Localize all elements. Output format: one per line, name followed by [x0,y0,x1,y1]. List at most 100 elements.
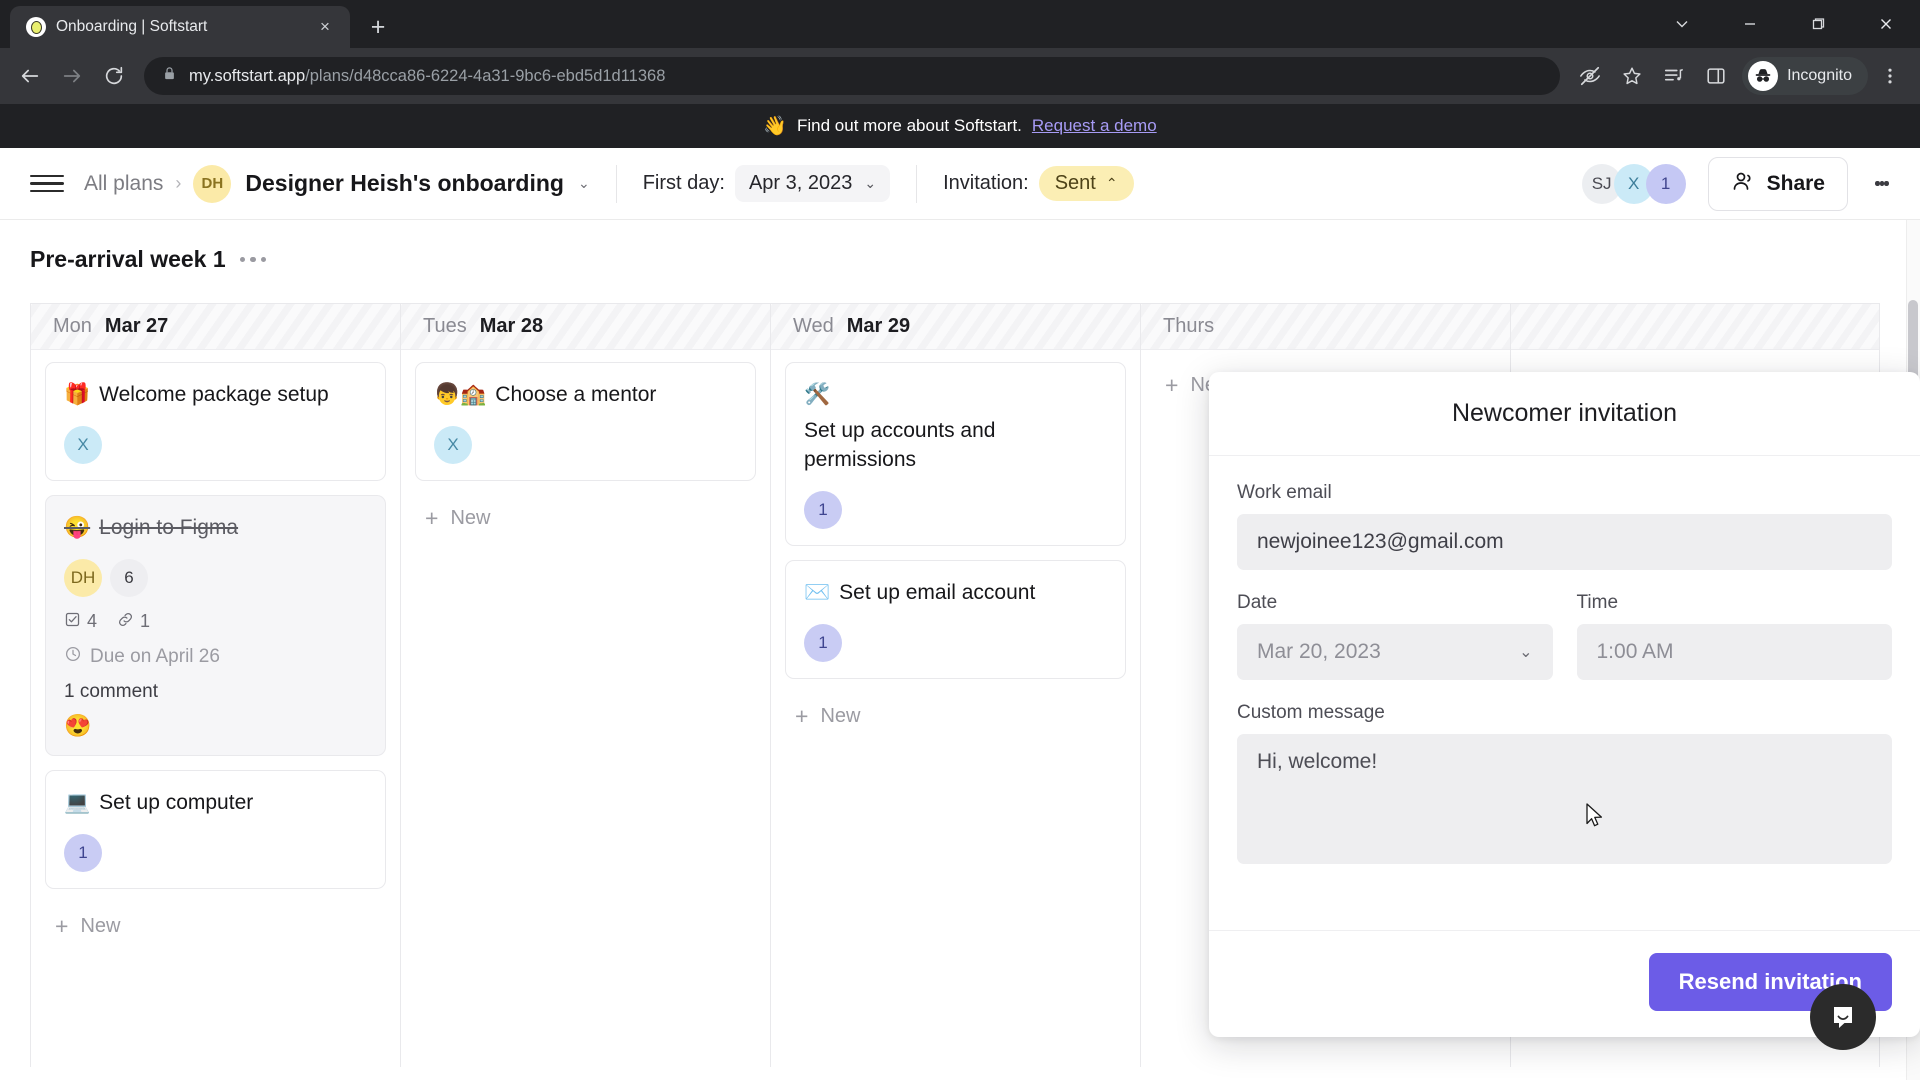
task-comment-count[interactable]: 1 comment [64,681,367,703]
star-icon[interactable] [1612,56,1652,96]
chevron-down-icon[interactable] [1648,0,1716,48]
task-card[interactable]: 🎁 Welcome package setup X [45,362,386,481]
add-task-button[interactable]: + New [785,693,1126,740]
close-icon[interactable] [1852,0,1920,48]
task-assignees: 1 [804,624,1107,663]
new-label: New [80,914,121,937]
column-day-of-week: Tues [423,315,467,337]
avatar[interactable]: DH [64,558,102,597]
boy-school-emoji-icon: 👦🏫 [434,383,487,406]
tab-strip: Onboarding | Softstart × + [0,0,1920,48]
hamburger-icon[interactable] [30,167,64,201]
column-header [1511,304,1879,350]
date-label: Date [1237,592,1278,613]
chevron-down-icon: ⌄ [1519,644,1533,661]
page-title: Designer Heish's onboarding [245,170,564,196]
invitation-status-value: Sent [1054,172,1096,194]
task-assignees: X [64,425,367,464]
playlist-icon[interactable] [1654,56,1694,96]
softstart-logo-icon [26,17,46,37]
column-body [1511,350,1879,362]
chevron-up-icon: ⌃ [1105,175,1118,191]
task-card[interactable]: 👦🏫 Choose a mentor X [415,362,756,481]
share-label: Share [1766,171,1825,195]
column-header: Tues Mar 28 [401,304,770,350]
request-demo-link[interactable]: Request a demo [1032,116,1157,136]
task-card[interactable]: 💻 Set up computer 1 [45,769,386,889]
header-actions: SJ X 1 Share [1581,156,1902,211]
reload-icon[interactable] [94,56,134,96]
maximize-icon[interactable] [1784,0,1852,48]
task-title-row: 🛠️ Set up accounts and permissions [804,381,1107,475]
eye-off-icon[interactable] [1570,56,1610,96]
app-header: All plans › DH Designer Heish's onboardi… [0,148,1920,220]
more-options-button[interactable] [1862,164,1902,204]
side-panel-icon[interactable] [1696,56,1736,96]
column-date: Mar 27 [104,315,169,337]
task-meta: 4 1 [64,611,367,633]
address-bar[interactable]: my.softstart.app/plans/d48cca86-6224-4a3… [144,57,1561,95]
heart-eyes-emoji-icon[interactable]: 😍 [64,713,367,739]
incognito-icon [1748,61,1779,91]
lock-icon [162,66,177,86]
task-title: Choose a mentor [495,383,657,406]
kebab-menu-icon[interactable] [1870,56,1910,96]
task-card[interactable]: 😜 Login to Figma DH 6 4 1 Due on April 2… [45,494,386,756]
ellipsis-icon[interactable] [239,256,267,263]
day-column-wed: Wed Mar 29 🛠️ Set up accounts and permis… [770,303,1140,1067]
column-header: Thurs [1141,304,1510,350]
plus-icon: + [1165,372,1179,398]
tools-emoji-icon: 🛠️ [804,383,831,406]
avatar[interactable]: 1 [804,491,842,530]
incognito-indicator[interactable]: Incognito [1742,57,1868,95]
gift-emoji-icon: 🎁 [64,383,91,406]
avatar[interactable]: 1 [1645,163,1686,204]
time-input[interactable]: 1:00 AM [1576,624,1892,680]
column-date: Mar 28 [479,315,544,337]
app-root: All plans › DH Designer Heish's onboardi… [0,148,1920,1080]
date-input[interactable]: Mar 20, 2023 ⌄ [1237,624,1553,680]
avatar[interactable]: 1 [64,833,102,872]
task-title-row: ✉️ Set up email account [804,579,1107,608]
tab-title: Onboarding | Softstart [56,18,208,35]
laptop-emoji-icon: 💻 [64,790,91,814]
column-body: 👦🏫 Choose a mentor X + New [401,350,770,542]
share-button[interactable]: Share [1707,156,1848,211]
custom-message-textarea[interactable]: Hi, welcome! [1237,734,1892,864]
avatar-overflow-count[interactable]: 6 [110,558,148,597]
time-label: Time [1576,592,1619,613]
browser-tab[interactable]: Onboarding | Softstart × [10,6,350,48]
add-task-button[interactable]: + New [45,903,386,950]
column-day-of-week: Wed [793,315,834,337]
task-assignees: 1 [804,491,1107,530]
add-task-button[interactable]: + New [415,495,756,542]
back-arrow-icon[interactable] [10,56,50,96]
invitation-status-badge[interactable]: Sent ⌃ [1038,166,1134,201]
work-email-input[interactable]: newjoinee123@gmail.com [1237,514,1892,570]
time-field: Time 1:00 AM [1576,592,1892,680]
avatar[interactable]: 1 [804,624,842,663]
link-count: 1 [140,611,151,632]
task-title: Welcome package setup [99,383,329,406]
avatar[interactable]: X [434,425,472,464]
task-assignees: DH 6 [64,558,367,597]
checklist-meta: 4 [64,611,97,633]
chat-bubble-icon[interactable] [1810,984,1876,1050]
due-text: Due on April 26 [90,645,220,667]
new-tab-button[interactable]: + [360,9,396,45]
task-card[interactable]: ✉️ Set up email account 1 [785,560,1126,680]
close-icon[interactable]: × [312,14,338,40]
breadcrumb-all-plans[interactable]: All plans [84,172,163,196]
avatar[interactable]: X [64,425,102,464]
modal-title: Newcomer invitation [1451,399,1678,427]
forward-arrow-icon[interactable] [52,56,92,96]
task-title: Set up accounts and permissions [804,419,996,472]
promo-banner: 👋 Find out more about Softstart. Request… [0,104,1920,148]
checklist-count: 4 [87,611,98,632]
first-day-picker[interactable]: Apr 3, 2023 ⌄ [734,165,891,202]
chevron-down-icon[interactable]: ⌄ [578,175,590,192]
section-title: Pre-arrival week 1 [30,246,226,272]
minimize-icon[interactable] [1716,0,1784,48]
task-title: Set up computer [99,790,254,814]
task-card[interactable]: 🛠️ Set up accounts and permissions 1 [785,362,1126,547]
